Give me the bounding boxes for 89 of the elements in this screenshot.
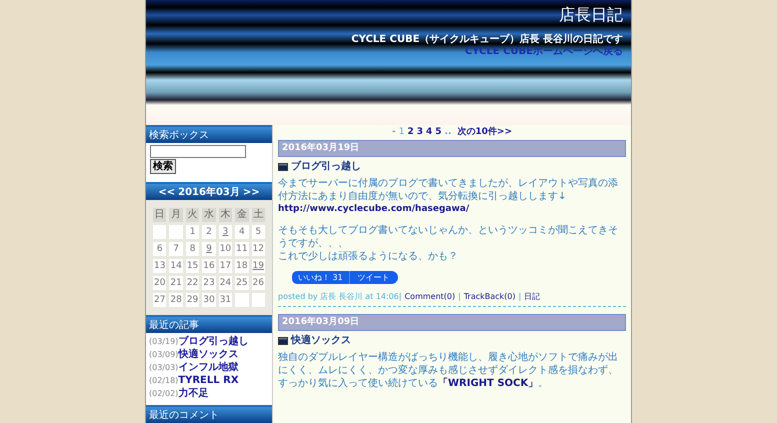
day-link[interactable]: 19: [252, 259, 265, 273]
like-button[interactable]: いいね！ 31: [292, 271, 350, 284]
day-cell: 8: [186, 242, 200, 256]
day-link[interactable]: 3: [218, 225, 232, 239]
day-cell: 16: [202, 259, 216, 273]
empty-day-cell: [235, 293, 249, 307]
section-heading: 最近のコメント: [146, 405, 272, 423]
post-date-bar: 2016年03月09日: [278, 314, 626, 331]
day-cell: 5: [252, 225, 265, 239]
post-date: (03/03): [149, 362, 178, 374]
day-cell: 14: [169, 259, 183, 273]
separator: |: [458, 292, 461, 302]
day-cell: 30: [202, 293, 216, 307]
post-title-link[interactable]: ブログ引っ越し: [291, 161, 361, 173]
recent-post-link[interactable]: 快適ソックス: [178, 349, 238, 361]
next-month-link[interactable]: >>: [242, 184, 260, 200]
post-date: (03/19): [149, 336, 178, 348]
search-button[interactable]: 検索: [150, 159, 176, 174]
day-cell: 20: [153, 276, 166, 290]
section-heading: 検索ボックス: [146, 125, 272, 143]
next-page-link[interactable]: 次の10件>>: [457, 127, 512, 138]
page-link[interactable]: 2: [407, 127, 414, 138]
trackback-link[interactable]: TrackBack(0): [464, 292, 516, 302]
day-cell: 12: [252, 242, 265, 256]
day-link[interactable]: 9: [202, 242, 216, 256]
day-cell: 25: [235, 276, 249, 290]
weekday-label: 日: [153, 208, 166, 222]
blog-subtitle: CYCLE CUBE（サイクルキューブ）店長 長谷川の日記です: [351, 34, 623, 46]
day-cell: 18: [235, 259, 249, 273]
day-cell: 22: [186, 276, 200, 290]
calendar-month: 2016年03月: [178, 186, 240, 200]
day-cell: 26: [252, 276, 265, 290]
day-cell: 4: [235, 225, 249, 239]
day-cell: 27: [153, 293, 166, 307]
day-cell: 2: [202, 225, 216, 239]
day-cell: 6: [153, 242, 166, 256]
day-cell: 28: [169, 293, 183, 307]
post-title-link[interactable]: 快適ソックス: [291, 335, 351, 347]
day-cell: 17: [218, 259, 232, 273]
post-date: (03/09): [149, 350, 178, 361]
post-text: そもそも大してブログ書いてないじゃんか、というツッコミが聞こえてきそうですが、、、: [278, 224, 619, 250]
day-cell: 24: [218, 276, 232, 290]
day-cell: 7: [169, 242, 183, 256]
day-cell: 23: [202, 276, 216, 290]
recent-post-link[interactable]: ブログ引っ越し: [178, 336, 248, 348]
weekday-label: 火: [186, 208, 200, 222]
search-field[interactable]: [150, 145, 246, 158]
post-icon: [278, 337, 288, 345]
blog-title: 店長日記: [559, 4, 623, 26]
post-text: 今までサーバーに付属のブログで書いてきましたが、レイアウトや写真の添付方法にあまり自由度が無いので、気分転換に引っ越しします↓: [278, 177, 619, 203]
day-cell: 29: [186, 293, 200, 307]
comment-link[interactable]: Comment(0): [404, 292, 456, 302]
separator: |: [518, 292, 522, 302]
page-link[interactable]: 3: [416, 127, 424, 138]
post-date-bar: 2016年03月19日: [278, 140, 626, 157]
post-meta: posted by 店長 長谷川 at 14:06|: [278, 292, 402, 302]
current-page: 1: [398, 127, 404, 138]
pager-dash: -: [392, 127, 396, 138]
weekday-label: 水: [202, 208, 216, 222]
recent-post-link[interactable]: インフル地獄: [178, 362, 238, 374]
day-cell: 10: [218, 242, 232, 256]
post-url-link[interactable]: http://www.cyclecube.com/hasegawa/: [278, 203, 470, 216]
prev-month-link[interactable]: <<: [158, 184, 176, 200]
weekday-label: 土: [252, 208, 265, 222]
day-cell: 21: [169, 276, 183, 290]
page-link[interactable]: 5: [435, 127, 442, 138]
empty-day-cell: [169, 225, 183, 239]
post-text: 独自のダブルレイヤー構造がばっちり機能し、履き心地がソフトで痛みが出にくく、ムレにくく、かつ変な厚みも感じさせずダイレクト感を損なわず、すっかり気に入って使い続けている「WRIGHT SOCK」。: [278, 351, 619, 390]
day-cell: 11: [235, 242, 249, 256]
section-heading: 最近の記事: [146, 315, 272, 333]
recent-post-link[interactable]: 力不足: [178, 388, 208, 400]
day-cell: 13: [153, 259, 166, 273]
pager-ellipsis: ..: [444, 127, 452, 138]
category-link[interactable]: 日記: [524, 292, 540, 302]
recent-post-link[interactable]: TYRELL RX: [178, 375, 239, 387]
tweet-button[interactable]: ツイート: [350, 271, 398, 284]
page-link[interactable]: 4: [426, 127, 432, 138]
empty-day-cell: [252, 293, 265, 307]
weekday-label: 月: [169, 208, 183, 222]
day-cell: 31: [218, 293, 232, 307]
empty-day-cell: [153, 225, 166, 239]
day-cell: 15: [186, 259, 200, 273]
weekday-label: 金: [235, 208, 249, 222]
post-date: (02/02): [149, 389, 178, 400]
weekday-label: 木: [218, 208, 232, 222]
day-cell: 1: [186, 225, 200, 239]
post-text: これで少しは頑張るようになる、かも？: [278, 250, 459, 263]
post-date: (02/18): [149, 376, 178, 387]
post-icon: [278, 163, 288, 171]
